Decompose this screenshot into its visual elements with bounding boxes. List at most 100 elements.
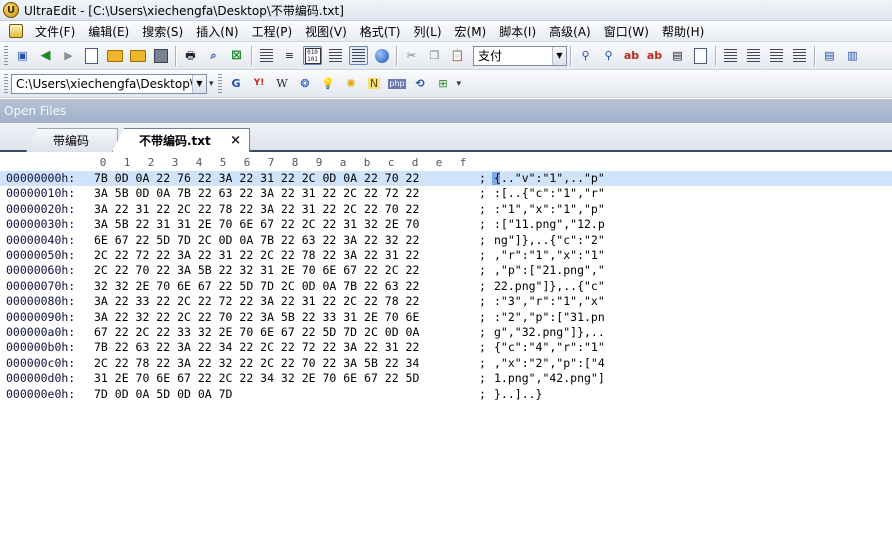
ultraedit-logo-icon[interactable]: U bbox=[3, 2, 19, 18]
table-row[interactable]: 00000000h: 7B 0D 0A 22 76 22 3A 22 31 22 … bbox=[0, 171, 892, 186]
hex-editor[interactable]: 0 1 2 3 4 5 6 7 8 9 a b c d e f 00000000h: 7B 0D 0A 22 7… bbox=[0, 152, 892, 541]
ascii-text[interactable]: :"3","r":"1","x" bbox=[494, 294, 605, 309]
ascii-text[interactable]: :"1","x":"1","p" bbox=[494, 202, 605, 217]
toolbar-grip[interactable] bbox=[4, 73, 8, 94]
table-row[interactable]: 00000080h: 3A 22 33 22 2C 22 72 22 3A 22 … bbox=[0, 294, 892, 309]
hex-bytes[interactable]: 3A 22 33 22 2C 22 72 22 3A 22 31 22 2C 2… bbox=[94, 294, 419, 309]
hex-mode-icon[interactable]: 010 101 bbox=[303, 46, 322, 65]
menu-advanced[interactable]: 高级(A) bbox=[543, 23, 598, 40]
hex-bytes[interactable]: 2C 22 72 22 3A 22 31 22 2C 22 78 22 3A 2… bbox=[94, 248, 419, 263]
replace-icon[interactable]: ab bbox=[622, 46, 641, 65]
hex-bytes[interactable]: 3A 5B 0D 0A 7B 22 63 22 3A 22 31 22 2C 2… bbox=[94, 186, 419, 201]
new-document-icon[interactable] bbox=[691, 46, 710, 65]
tab-without-encoding[interactable]: 不带编码.txt × bbox=[112, 128, 250, 152]
hex-bytes[interactable]: 6E 67 22 5D 7D 2C 0D 0A 7B 22 63 22 3A 2… bbox=[94, 233, 419, 248]
menu-edit[interactable]: 编辑(E) bbox=[82, 23, 136, 40]
google-icon[interactable]: G bbox=[227, 74, 246, 93]
ascii-text[interactable]: g","32.png"]},.. bbox=[494, 325, 605, 340]
hex-bytes[interactable]: 7D 0D 0A 5D 0D 0A 7D bbox=[94, 387, 232, 402]
menu-format[interactable]: 格式(T) bbox=[354, 23, 408, 40]
table-row[interactable]: 00000060h: 2C 22 70 22 3A 5B 22 32 31 2E … bbox=[0, 263, 892, 278]
table-row[interactable]: 00000020h: 3A 22 31 22 2C 22 78 22 3A 22 … bbox=[0, 202, 892, 217]
menu-column[interactable]: 列(L) bbox=[407, 23, 448, 40]
ascii-text[interactable]: ,"x":"2","p":["4 bbox=[494, 356, 605, 371]
lightbulb-icon[interactable]: 💡 bbox=[319, 74, 338, 93]
table-row[interactable]: 000000b0h: 7B 22 63 22 3A 22 34 22 2C 22 … bbox=[0, 340, 892, 355]
find-in-files-icon[interactable]: ⚲ bbox=[599, 46, 618, 65]
ascii-text[interactable]: 1.png","42.png"] bbox=[494, 371, 605, 386]
table-row[interactable]: 00000030h: 3A 5B 22 31 31 2E 70 6E 67 22 … bbox=[0, 217, 892, 232]
copy-icon[interactable]: ❐ bbox=[425, 46, 444, 65]
ascii-text[interactable]: ,"p":["21.png"," bbox=[494, 263, 605, 278]
menu-view[interactable]: 视图(V) bbox=[299, 23, 354, 40]
sun-icon[interactable]: ✺ bbox=[342, 74, 361, 93]
back-arrow-icon[interactable]: ◀ bbox=[36, 46, 55, 65]
align-left-icon[interactable] bbox=[721, 46, 740, 65]
hex-bytes[interactable]: 67 22 2C 22 33 32 2E 70 6E 67 22 5D 7D 2… bbox=[94, 325, 419, 340]
hex-bytes[interactable]: 3A 22 31 22 2C 22 78 22 3A 22 31 22 2C 2… bbox=[94, 202, 419, 217]
project-icon[interactable]: ▣ bbox=[13, 46, 32, 65]
yahoo-icon[interactable]: Y! bbox=[250, 74, 269, 93]
properties-icon[interactable] bbox=[257, 46, 276, 65]
menu-help[interactable]: 帮助(H) bbox=[656, 23, 711, 40]
menu-macro[interactable]: 宏(M) bbox=[449, 23, 494, 40]
table-row[interactable]: 00000090h: 3A 22 32 22 2C 22 70 22 3A 5B … bbox=[0, 310, 892, 325]
close-icon[interactable]: × bbox=[230, 133, 241, 148]
toolbar-overflow-icon[interactable]: ▾ bbox=[209, 79, 214, 89]
table-row[interactable]: 00000070h: 32 32 2E 70 6E 67 22 5D 7D 2C … bbox=[0, 279, 892, 294]
encoding-combo[interactable]: 支付 ▼ bbox=[473, 45, 567, 66]
menu-window[interactable]: 窗口(W) bbox=[598, 23, 656, 40]
hex-bytes[interactable]: 3A 22 32 22 2C 22 70 22 3A 5B 22 33 31 2… bbox=[94, 310, 419, 325]
column-mode-icon[interactable] bbox=[326, 46, 345, 65]
open-file-icon[interactable] bbox=[105, 46, 124, 65]
hex-bytes[interactable]: 3A 5B 22 31 31 2E 70 6E 67 22 2C 22 31 3… bbox=[94, 217, 419, 232]
toolbar-grip[interactable] bbox=[217, 73, 222, 94]
menu-file[interactable]: 文件(F) bbox=[29, 23, 82, 40]
export-icon[interactable]: ⊠ bbox=[227, 46, 246, 65]
align-center-icon[interactable] bbox=[744, 46, 763, 65]
save-icon[interactable] bbox=[151, 46, 170, 65]
path-combo[interactable]: C:\Users\xiechengfa\Desktop\ ▼ bbox=[11, 73, 207, 94]
table-row[interactable]: 000000a0h: 67 22 2C 22 33 32 2E 70 6E 67 … bbox=[0, 325, 892, 340]
line-numbers-icon[interactable] bbox=[349, 46, 368, 65]
php-icon[interactable]: php bbox=[388, 74, 407, 93]
table-row[interactable]: 000000c0h: 2C 22 78 22 3A 22 32 22 2C 22 … bbox=[0, 356, 892, 371]
menu-insert[interactable]: 插入(N) bbox=[190, 23, 245, 40]
table-row[interactable]: 00000010h: 3A 5B 0D 0A 7B 22 63 22 3A 22 … bbox=[0, 186, 892, 201]
replace-in-files-icon[interactable]: ab bbox=[645, 46, 664, 65]
hex-bytes[interactable]: 2C 22 70 22 3A 5B 22 32 31 2E 70 6E 67 2… bbox=[94, 263, 419, 278]
ascii-text[interactable]: {.."v":"1",.."p" bbox=[494, 171, 605, 186]
print-icon[interactable]: 🖶 bbox=[181, 46, 200, 65]
find-icon[interactable]: ⚲ bbox=[576, 46, 595, 65]
print-preview-icon[interactable]: ⌕ bbox=[204, 46, 223, 65]
wikipedia-icon[interactable]: W bbox=[273, 74, 292, 93]
tab-with-encoding[interactable]: 带编码 bbox=[26, 128, 118, 152]
forward-arrow-icon[interactable]: ▶ bbox=[59, 46, 78, 65]
ascii-text[interactable]: }..]..} bbox=[494, 387, 542, 402]
refresh-icon[interactable]: ⟲ bbox=[411, 74, 430, 93]
ascii-text[interactable]: 22.png"]},..{"c" bbox=[494, 279, 605, 294]
toolbar-grip[interactable] bbox=[4, 45, 8, 66]
cut-icon[interactable]: ✂ bbox=[402, 46, 421, 65]
ftp-icon[interactable]: ▤ bbox=[668, 46, 687, 65]
align-right-icon[interactable] bbox=[767, 46, 786, 65]
notepad-icon[interactable]: N bbox=[365, 74, 384, 93]
ascii-text[interactable]: ng"]},..{"c":"2" bbox=[494, 233, 605, 248]
justify-icon[interactable] bbox=[790, 46, 809, 65]
ascii-text[interactable]: {"c":"4","r":"1" bbox=[494, 340, 605, 355]
new-file-icon[interactable] bbox=[82, 46, 101, 65]
hex-bytes[interactable]: 7B 0D 0A 22 76 22 3A 22 31 22 2C 0D 0A 2… bbox=[94, 171, 419, 186]
table-row[interactable]: 00000050h: 2C 22 72 22 3A 22 31 22 2C 22 … bbox=[0, 248, 892, 263]
menu-script[interactable]: 脚本(I) bbox=[493, 23, 543, 40]
table-row[interactable]: 00000040h: 6E 67 22 5D 7D 2C 0D 0A 7B 22 … bbox=[0, 233, 892, 248]
dictionary-icon[interactable]: ❂ bbox=[296, 74, 315, 93]
document-menu-icon[interactable] bbox=[9, 24, 23, 38]
ascii-text[interactable]: ,"r":"1","x":"1" bbox=[494, 248, 605, 263]
ascii-text[interactable]: :["11.png","12.p bbox=[494, 217, 605, 232]
ascii-text[interactable]: :[..{"c":"1","r" bbox=[494, 186, 605, 201]
chevron-down-icon[interactable]: ▼ bbox=[552, 46, 566, 65]
menu-search[interactable]: 搜索(S) bbox=[136, 23, 190, 40]
word-wrap-icon[interactable]: ≡ bbox=[280, 46, 299, 65]
table-row[interactable]: 000000e0h: 7D 0D 0A 5D 0D 0A 7D;}..]..} bbox=[0, 387, 892, 402]
tile-vertical-icon[interactable]: ▥ bbox=[843, 46, 862, 65]
